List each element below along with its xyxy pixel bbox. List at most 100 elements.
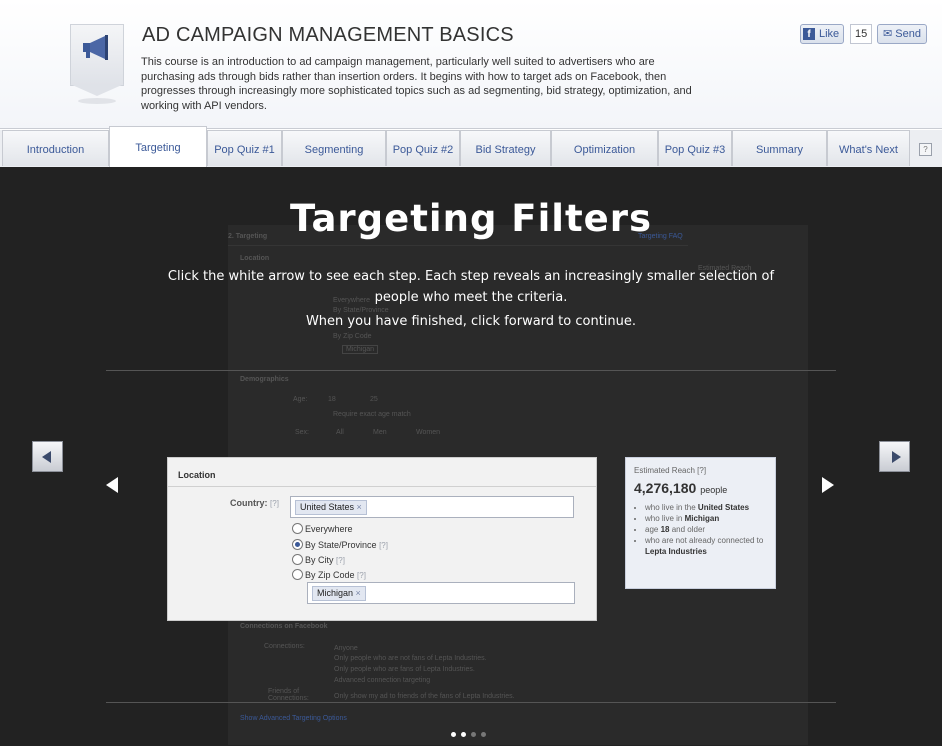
criterion-value: United States xyxy=(697,503,750,512)
option-by-city[interactable]: By City [?] xyxy=(292,554,345,566)
bg-label: Friends of Connections: xyxy=(268,688,309,702)
country-help-mark[interactable]: [?] xyxy=(270,499,279,508)
course-title: AD CAMPAIGN MANAGEMENT BASICS xyxy=(142,24,514,46)
reach-criterion: who live in the United States xyxy=(645,502,773,513)
option-by-state[interactable]: By State/Province [?] xyxy=(292,539,388,551)
next-step-arrow-icon[interactable] xyxy=(822,477,834,493)
estimated-reach-count: 4,276,180 people xyxy=(634,480,727,496)
option-label: By State/Province xyxy=(305,540,377,550)
step-dot[interactable] xyxy=(461,732,466,737)
divider-top xyxy=(106,370,836,371)
bg-label: Connections: xyxy=(264,643,305,650)
bg-label: Michigan xyxy=(342,345,379,354)
state-input[interactable]: Michigan × xyxy=(307,582,575,604)
location-panel-title: Location xyxy=(178,470,216,480)
slide-instruction-continue: When you have finished, click forward to… xyxy=(305,314,637,329)
reach-count-unit: people xyxy=(700,485,728,495)
tab-optimization[interactable]: Optimization xyxy=(551,130,658,166)
help-icon[interactable]: ? xyxy=(919,143,932,156)
radio-icon[interactable] xyxy=(292,569,303,581)
slide-instruction: Click the white arrow to see each step. … xyxy=(167,269,775,305)
option-help-mark[interactable]: [?] xyxy=(379,541,388,550)
option-help-mark[interactable]: [?] xyxy=(336,556,345,565)
course-logo xyxy=(70,24,124,86)
step-dot[interactable] xyxy=(451,732,456,737)
bg-label: Sex: xyxy=(295,429,310,436)
criterion-text: who live in xyxy=(645,514,685,523)
logo-shadow xyxy=(78,98,116,104)
location-panel: Location Country: [?] United States × Ev… xyxy=(167,457,597,621)
option-by-zip[interactable]: By Zip Code [?] xyxy=(292,569,366,581)
like-count: 15 xyxy=(850,24,873,44)
bg-label: Only show my ad to friends of the fans o… xyxy=(334,693,515,700)
estimated-reach-panel: Estimated Reach [?] 4,276,180 people who… xyxy=(625,457,776,589)
option-help-mark[interactable]: [?] xyxy=(357,571,366,580)
tab-segmenting[interactable]: Segmenting xyxy=(282,130,386,166)
reach-criteria-list: who live in the United States who live i… xyxy=(634,502,773,557)
send-icon: ✉ xyxy=(883,28,893,40)
tab-summary[interactable]: Summary xyxy=(732,130,827,166)
state-token-label: Michigan xyxy=(317,588,354,598)
option-label: Everywhere xyxy=(305,524,353,534)
step-dot[interactable] xyxy=(471,732,476,737)
bg-label: Require exact age match xyxy=(333,411,411,418)
reach-criterion: age 18 and older xyxy=(645,524,773,535)
reach-count-value: 4,276,180 xyxy=(634,480,697,496)
remove-token-icon[interactable]: × xyxy=(357,502,362,512)
criterion-value: Michigan xyxy=(684,514,720,523)
bg-label: Location xyxy=(240,255,270,262)
send-label: Send xyxy=(895,28,921,40)
radio-selected-icon[interactable] xyxy=(292,539,303,551)
country-label: Country: [?] xyxy=(230,498,279,508)
facebook-like-button[interactable]: f Like xyxy=(800,24,845,44)
option-label: By Zip Code xyxy=(305,570,355,580)
criterion-text: age xyxy=(645,525,661,534)
slide-stage: 2. Targeting Targeting FAQ Location Ever… xyxy=(0,167,942,746)
reach-help-mark[interactable]: [?] xyxy=(697,466,706,475)
tab-pop-quiz-2[interactable]: Pop Quiz #2 xyxy=(386,130,460,166)
bg-label: Men xyxy=(373,429,387,436)
slide-heading: Targeting Filters xyxy=(289,197,653,240)
bg-label: 25 xyxy=(370,396,378,403)
bg-label: Advanced connection targeting xyxy=(334,677,431,684)
previous-step-arrow-icon[interactable] xyxy=(106,477,118,493)
facebook-icon: f xyxy=(803,28,815,40)
remove-token-icon[interactable]: × xyxy=(356,588,361,598)
panel-divider xyxy=(168,486,596,487)
country-token-label: United States xyxy=(300,502,355,512)
reach-criterion: who are not already connected to Lepta I… xyxy=(645,535,773,557)
option-everywhere[interactable]: Everywhere xyxy=(292,523,353,535)
logo-ribbon-tail xyxy=(70,84,124,96)
country-input[interactable]: United States × xyxy=(290,496,574,518)
course-description: This course is an introduction to ad cam… xyxy=(141,56,692,112)
bg-label: All xyxy=(336,429,344,436)
bg-label: Demographics xyxy=(240,376,289,383)
criterion-text: who are not already connected to xyxy=(645,536,764,545)
radio-icon[interactable] xyxy=(292,523,303,535)
tab-introduction[interactable]: Introduction xyxy=(2,130,109,166)
radio-icon[interactable] xyxy=(292,554,303,566)
criterion-text: who live in the xyxy=(645,503,698,512)
bg-label: Show Advanced Targeting Options xyxy=(240,715,347,722)
step-indicator xyxy=(451,724,491,742)
bg-label: Women xyxy=(416,429,440,436)
like-label: Like xyxy=(819,28,840,40)
next-slide-button[interactable] xyxy=(879,441,910,472)
tab-targeting[interactable]: Targeting xyxy=(109,126,207,167)
state-token: Michigan × xyxy=(312,586,366,601)
tab-pop-quiz-3[interactable]: Pop Quiz #3 xyxy=(658,130,732,166)
bg-label: Connections on Facebook xyxy=(240,623,328,630)
course-header: AD CAMPAIGN MANAGEMENT BASICS This cours… xyxy=(0,0,942,129)
bg-label: Age: xyxy=(293,396,308,403)
tab-pop-quiz-1[interactable]: Pop Quiz #1 xyxy=(207,130,282,166)
tab-bid-strategy[interactable]: Bid Strategy xyxy=(460,130,551,166)
tab-whats-next[interactable]: What's Next xyxy=(827,130,910,166)
megaphone-icon xyxy=(83,35,108,60)
facebook-send-button[interactable]: ✉ Send xyxy=(877,24,927,44)
bg-label: By State/Province xyxy=(333,307,389,314)
bg-divider xyxy=(228,245,688,246)
estimated-reach-label: Estimated Reach [?] xyxy=(634,466,706,475)
previous-slide-button[interactable] xyxy=(32,441,63,472)
country-label-text: Country: xyxy=(230,498,268,508)
step-dot[interactable] xyxy=(481,732,486,737)
